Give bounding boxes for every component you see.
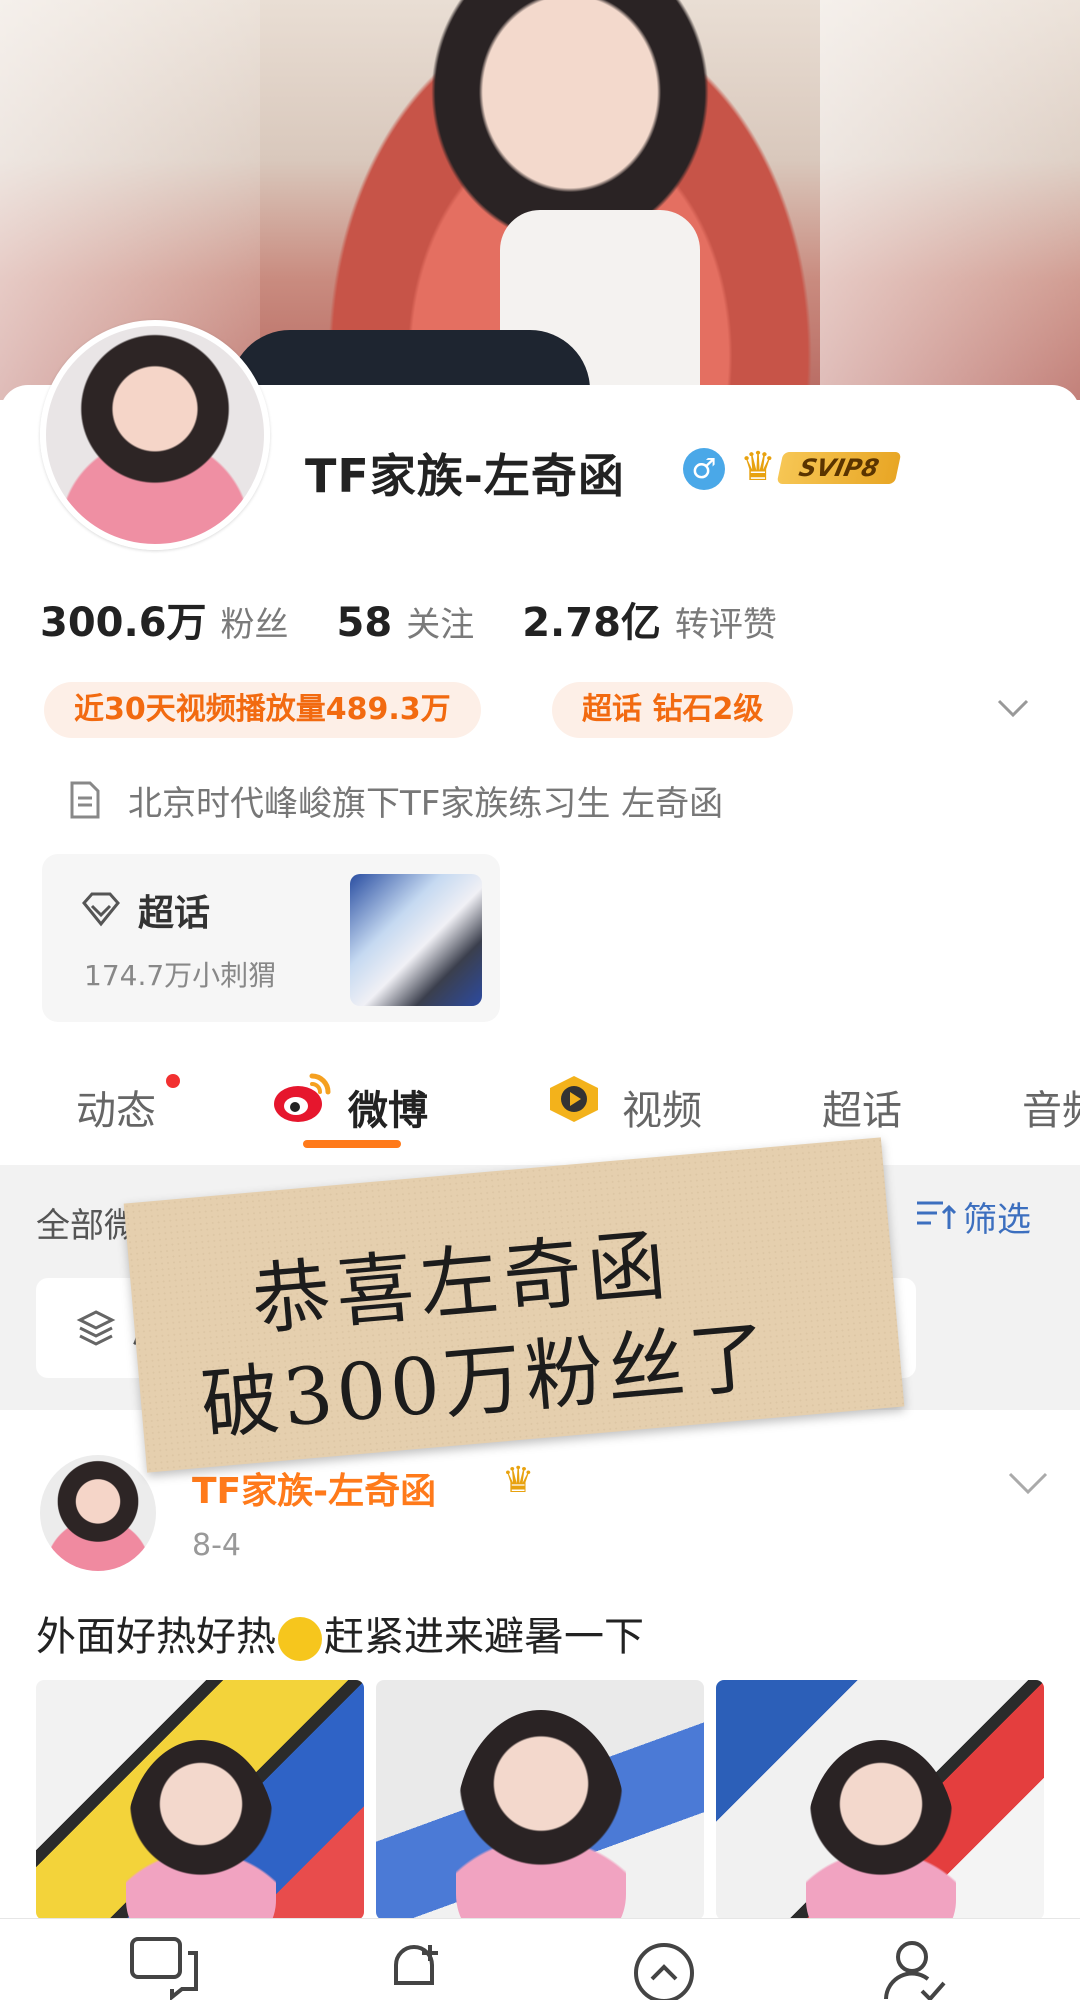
post-date: 8-4 xyxy=(192,1528,241,1563)
diamond-icon xyxy=(82,892,120,927)
stat-following[interactable]: 58 关注 xyxy=(337,597,475,646)
melting-face-emoji-icon xyxy=(278,1617,322,1661)
profile-tabs: 动态 微博 视频 超话 音频 xyxy=(0,1060,1080,1170)
stat-followers[interactable]: 300.6万 粉丝 xyxy=(40,590,289,648)
video-play-icon xyxy=(550,1076,598,1122)
weibo-logo-icon xyxy=(274,1073,331,1122)
tab-super-topic[interactable]: 超话 xyxy=(822,1078,902,1136)
tab-dynamics[interactable]: 动态 xyxy=(76,1078,156,1136)
post-image-1-subject xyxy=(126,1740,276,1920)
chevron-down-icon[interactable] xyxy=(995,690,1031,726)
filter-label: 筛选 xyxy=(963,1200,1031,1240)
filter-button[interactable]: 筛选 xyxy=(913,1192,1031,1241)
post-image-2[interactable] xyxy=(376,1680,704,1920)
svip-level-label: SVIP8 xyxy=(776,452,902,484)
stat-following-value: 58 xyxy=(336,600,393,646)
post-image-3-subject xyxy=(806,1740,956,1920)
post-text-part1: 外面好热好热 xyxy=(36,1614,276,1660)
post-image-3[interactable] xyxy=(716,1680,1044,1920)
profile-stats: 300.6万 粉丝 58 关注 2.78亿 转评赞 xyxy=(40,590,825,650)
post-image-1[interactable] xyxy=(36,1680,364,1920)
bio-text: 北京时代峰峻旗下TF家族练习生 左奇函 xyxy=(128,783,724,824)
tab-audio[interactable]: 音频 xyxy=(1022,1078,1080,1136)
post-author-avatar[interactable] xyxy=(40,1455,156,1571)
post-text: 外面好热好热 赶紧进来避暑一下 xyxy=(36,1604,644,1662)
stat-interactions-label: 转评赞 xyxy=(674,605,777,645)
svip-badge[interactable]: ♛ SVIP8 xyxy=(740,444,902,490)
super-topic-members: 174.7万小刺猬 xyxy=(84,959,277,992)
super-topic-thumbnail xyxy=(350,874,482,1006)
video-plays-chip[interactable]: 近30天视频播放量489.3万 xyxy=(44,682,481,738)
stat-interactions[interactable]: 2.78亿 转评赞 xyxy=(522,590,777,648)
layers-icon xyxy=(76,1310,116,1346)
stat-following-label: 关注 xyxy=(406,605,475,645)
stat-interactions-value: 2.78亿 xyxy=(522,600,661,646)
crown-badge-icon: ♛ xyxy=(502,1460,535,1501)
tab-video[interactable]: 视频 xyxy=(622,1078,702,1136)
document-icon xyxy=(70,781,100,819)
stat-followers-label: 粉丝 xyxy=(220,605,289,645)
bio: 北京时代峰峻旗下TF家族练习生 左奇函 xyxy=(64,775,723,825)
super-topic-card[interactable]: 超话 174.7万小刺猬 xyxy=(42,854,500,1022)
stat-followers-value: 300.6万 xyxy=(40,600,207,646)
cover-curtain-right xyxy=(820,0,1080,400)
user-check-icon[interactable] xyxy=(876,1933,952,2000)
super-topic-title: 超话 xyxy=(138,893,211,934)
post-menu-chevron-icon[interactable] xyxy=(1006,1468,1050,1498)
profile-name: TF家族-左奇函 xyxy=(305,449,625,503)
post-author-name[interactable]: TF家族-左奇函 xyxy=(192,1462,436,1514)
bell-icon[interactable] xyxy=(376,1933,452,2000)
post-image-2-subject xyxy=(456,1710,626,1920)
bottom-action-bar xyxy=(0,1918,1080,2000)
notification-dot xyxy=(166,1074,180,1088)
gender-male-icon: ♂ xyxy=(683,448,725,490)
super-topic-level-chip[interactable]: 超话 钻石2级 xyxy=(552,682,794,738)
filter-icon xyxy=(917,1201,957,1229)
profile-avatar[interactable] xyxy=(40,320,270,550)
tab-weibo[interactable]: 微博 xyxy=(348,1078,428,1136)
active-tab-indicator xyxy=(303,1140,401,1148)
message-icon[interactable] xyxy=(126,1933,202,2000)
post-text-part2: 赶紧进来避暑一下 xyxy=(324,1614,644,1660)
circle-up-icon[interactable] xyxy=(626,1933,702,2000)
